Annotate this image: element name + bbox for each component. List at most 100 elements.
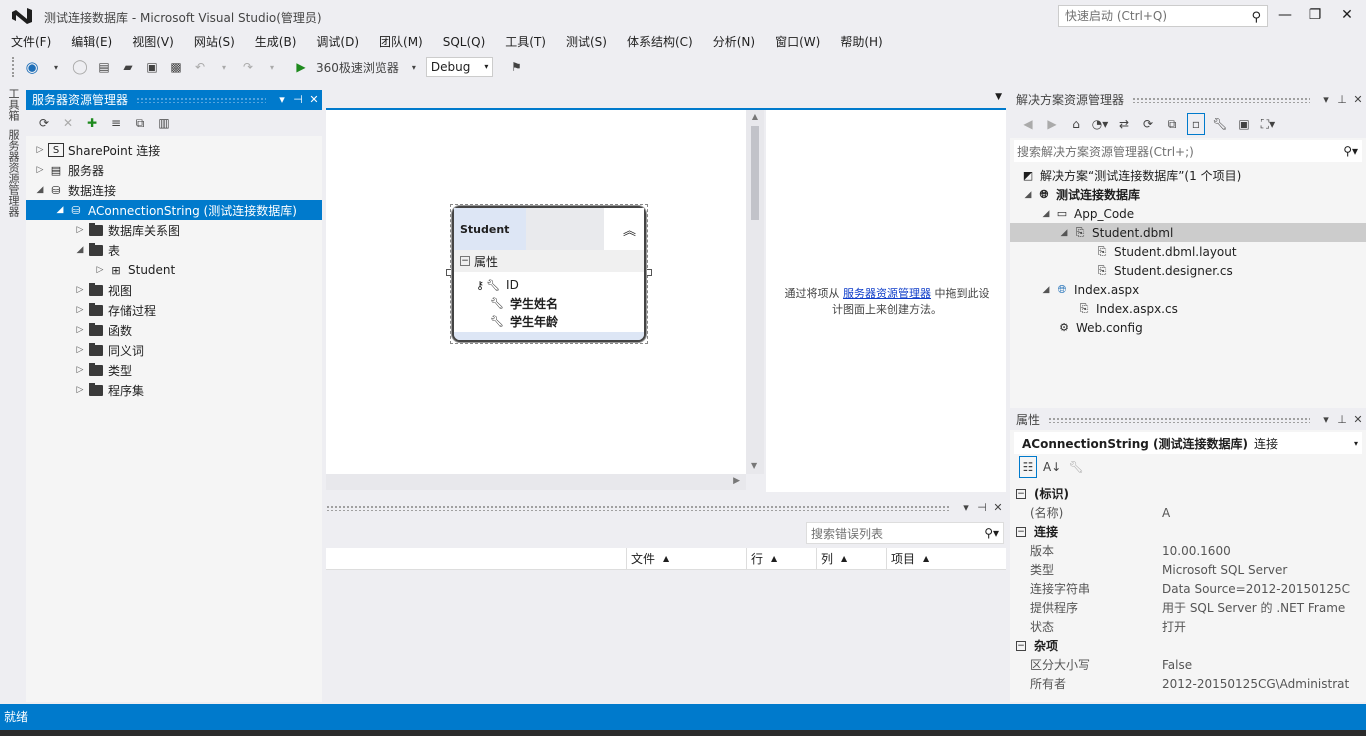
close-button[interactable]: ✕	[1332, 4, 1362, 26]
redo-dropdown-icon[interactable]: ▾	[263, 56, 281, 78]
active-files-dropdown-icon[interactable]: ▼	[995, 92, 1002, 102]
menu-sql[interactable]: SQL(Q)	[432, 32, 495, 52]
column-file[interactable]: 文件 ▲	[626, 547, 746, 570]
collapse-box-icon[interactable]: −	[1016, 640, 1026, 651]
home-icon[interactable]: ⌂	[1067, 113, 1085, 135]
save-icon[interactable]: ▣	[143, 56, 161, 78]
collapse-icon[interactable]: ◢	[32, 185, 48, 195]
connect-database-icon[interactable]: ✚	[83, 112, 101, 134]
panel-menu-icon[interactable]: ▾	[1318, 410, 1334, 430]
find-icon[interactable]: ⚑	[507, 56, 525, 78]
collapse-icon[interactable]: ◢	[72, 245, 88, 255]
pin-icon[interactable]: ⊥	[1334, 90, 1350, 110]
property-row[interactable]: 连接字符串 Data Source=2012-20150125C	[1010, 579, 1366, 598]
quick-launch-input[interactable]: 快速启动 (Ctrl+Q) ⚲	[1058, 5, 1268, 27]
tree-item-connection[interactable]: ◢ ⛁ AConnectionString (测试连接数据库)	[26, 200, 322, 220]
category-identity[interactable]: − (标识)	[1010, 484, 1366, 503]
view-class-diagram-icon[interactable]: ⛶▾	[1259, 113, 1277, 135]
scrollbar-thumb[interactable]	[751, 126, 759, 220]
panel-menu-icon[interactable]: ▾	[274, 90, 290, 110]
tree-item-designer-cs[interactable]: ⎘ Student.designer.cs	[1010, 261, 1366, 280]
menu-analyze[interactable]: 分析(N)	[702, 32, 764, 52]
expand-icon[interactable]: ▷	[72, 285, 88, 295]
save-all-icon[interactable]: ▩	[167, 56, 185, 78]
scroll-down-icon[interactable]: ▼	[751, 461, 757, 470]
menu-website[interactable]: 网站(S)	[183, 32, 244, 52]
expand-icon[interactable]: ▷	[72, 365, 88, 375]
menu-debug[interactable]: 调试(D)	[305, 32, 368, 52]
server-explorer-link[interactable]: 服务器资源管理器	[843, 287, 931, 300]
column-column[interactable]: 列 ▲	[816, 547, 886, 570]
entity-field-age[interactable]: 🔧︎ 学生年龄	[476, 312, 644, 330]
property-row[interactable]: (名称) A	[1010, 503, 1366, 522]
toolbox-tab[interactable]: 工具箱	[5, 88, 21, 121]
pin-icon[interactable]: ⊥	[1334, 410, 1350, 430]
property-row[interactable]: 版本 10.00.1600	[1010, 541, 1366, 560]
view-designer-icon[interactable]: ▣	[1235, 113, 1253, 135]
server-explorer-tab[interactable]: 服务器资源管理器	[5, 129, 21, 217]
menu-window[interactable]: 窗口(W)	[764, 32, 829, 52]
tree-item-student-dbml[interactable]: ◢ ⎘ Student.dbml	[1010, 223, 1366, 242]
tree-item-project[interactable]: ◢ 🌐︎ 测试连接数据库	[1010, 185, 1366, 204]
alphabetical-icon[interactable]: A↓	[1043, 456, 1061, 478]
forward-icon[interactable]: ◯	[71, 56, 89, 78]
connect-server-icon[interactable]: ≡	[107, 112, 125, 134]
collapse-box-icon[interactable]: −	[1016, 526, 1026, 537]
collapse-icon[interactable]: ◢	[1038, 285, 1054, 295]
collapse-icon[interactable]: ◢	[1056, 228, 1072, 238]
menu-team[interactable]: 团队(M)	[368, 32, 432, 52]
property-pages-icon[interactable]: 🔧︎	[1067, 456, 1085, 478]
categorized-icon[interactable]: ☷	[1019, 456, 1037, 478]
category-misc[interactable]: − 杂项	[1010, 636, 1366, 655]
designer-horizontal-scrollbar[interactable]: ▶	[326, 474, 746, 490]
scroll-up-icon[interactable]: ▲	[751, 113, 759, 121]
collapse-icon[interactable]: ◢	[1038, 209, 1054, 219]
tree-item-tables[interactable]: ◢ 表	[26, 240, 322, 260]
undo-icon[interactable]: ↶	[191, 56, 209, 78]
open-file-icon[interactable]: ▰	[119, 56, 137, 78]
menu-view[interactable]: 视图(V)	[121, 32, 183, 52]
panel-menu-icon[interactable]: ▾	[958, 498, 974, 518]
menu-file[interactable]: 文件(F)	[0, 32, 60, 52]
back-dropdown-icon[interactable]: ▾	[47, 56, 65, 78]
student-entity-shape[interactable]: Student ︽ − 属性 ⚷ 🔧︎ ID 🔧︎ 学生姓名 🔧︎ 学生年龄	[452, 206, 646, 342]
scroll-right-icon[interactable]: ▶	[733, 476, 740, 486]
pin-icon[interactable]: ⊣	[290, 90, 306, 110]
tree-item-student-table[interactable]: ▷ ⊞ Student	[26, 260, 322, 280]
maximize-button[interactable]: ❐	[1300, 4, 1330, 26]
entity-field-name[interactable]: 🔧︎ 学生姓名	[476, 294, 644, 312]
tree-item-views[interactable]: ▷ 视图	[26, 280, 322, 300]
resize-handle[interactable]	[645, 269, 652, 276]
expand-icon[interactable]: ▷	[92, 265, 108, 275]
solution-config-select[interactable]: Debug ▾	[425, 57, 494, 77]
expand-icon[interactable]: ▷	[72, 325, 88, 335]
menu-edit[interactable]: 编辑(E)	[60, 32, 121, 52]
property-row[interactable]: 提供程序 用于 SQL Server 的 .NET Frame	[1010, 598, 1366, 617]
run-target-button[interactable]: 360极速浏览器	[316, 56, 399, 78]
property-row[interactable]: 状态 打开	[1010, 617, 1366, 636]
solution-explorer-search[interactable]: 搜索解决方案资源管理器(Ctrl+;) ⚲▾	[1014, 140, 1362, 162]
collapse-icon[interactable]: ◢	[52, 205, 68, 215]
menu-test[interactable]: 测试(S)	[555, 32, 616, 52]
properties-icon[interactable]: ▥	[155, 112, 173, 134]
panel-menu-icon[interactable]: ▾	[1318, 90, 1334, 110]
column-line[interactable]: 行 ▲	[746, 547, 816, 570]
entity-field-id[interactable]: ⚷ 🔧︎ ID	[476, 276, 644, 294]
collapse-box-icon[interactable]: −	[1016, 488, 1026, 499]
tree-item-synonyms[interactable]: ▷ 同义词	[26, 340, 322, 360]
menu-architecture[interactable]: 体系结构(C)	[616, 32, 702, 52]
properties-section-header[interactable]: − 属性	[454, 250, 644, 272]
forward-icon[interactable]: ▶	[1043, 113, 1061, 135]
tree-item-sharepoint[interactable]: ▷ S SharePoint 连接	[26, 140, 322, 160]
close-icon[interactable]: ✕	[1350, 90, 1366, 110]
collapse-icon[interactable]: ◢	[1020, 190, 1036, 200]
tree-item-functions[interactable]: ▷ 函数	[26, 320, 322, 340]
collapse-chevron-icon[interactable]: ︽	[623, 220, 636, 239]
tree-item-data-connections[interactable]: ◢ ⛁ 数据连接	[26, 180, 322, 200]
column-project[interactable]: 项目 ▲	[886, 547, 1006, 570]
refresh-icon[interactable]: ⟳	[35, 112, 53, 134]
designer-vertical-scrollbar[interactable]: ▲ ▼	[746, 110, 764, 474]
redo-icon[interactable]: ↷	[239, 56, 257, 78]
refresh-icon[interactable]: ⟳	[1139, 113, 1157, 135]
undo-dropdown-icon[interactable]: ▾	[215, 56, 233, 78]
